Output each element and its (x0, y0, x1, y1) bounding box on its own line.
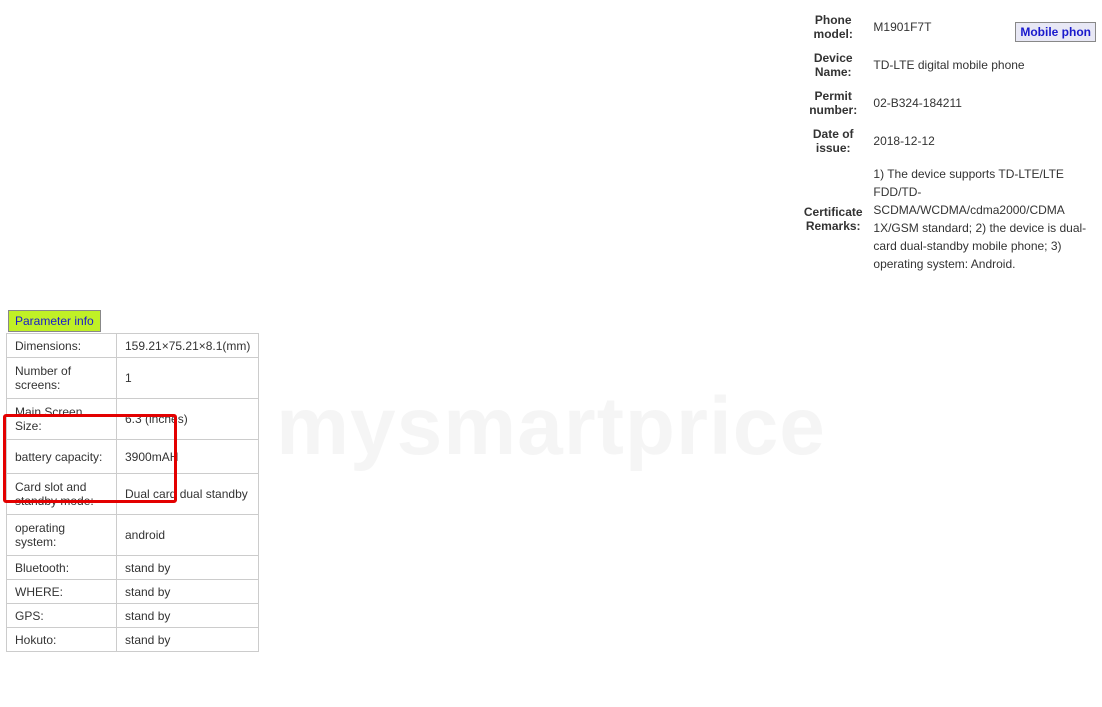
spec-value-card-slot: Dual card dual standby (117, 474, 259, 515)
spec-label-where: WHERE: (7, 580, 117, 604)
table-row: WHERE: stand by (7, 580, 259, 604)
header-label-permit-number: Permit number: (797, 84, 869, 122)
mobile-phone-button[interactable]: Mobile phon (1015, 22, 1096, 42)
spec-value-number-screens: 1 (117, 358, 259, 399)
spec-value-gps: stand by (117, 604, 259, 628)
spec-value-battery: 3900mAH (117, 440, 259, 474)
table-row: Hokuto: stand by (7, 628, 259, 652)
header-label-device-name: Device Name: (797, 46, 869, 84)
header-label-certificate-remarks: Certificate Remarks: (797, 160, 869, 278)
spec-label-card-slot: Card slot and standby mode: (7, 474, 117, 515)
table-row: Dimensions: 159.21×75.21×8.1(mm) (7, 334, 259, 358)
spec-label-dimensions: Dimensions: (7, 334, 117, 358)
spec-value-main-screen: 6.3 (inches) (117, 399, 259, 440)
spec-label-bluetooth: Bluetooth: (7, 556, 117, 580)
spec-label-main-screen: Main Screen Size: (7, 399, 117, 440)
table-row: Number of screens: 1 (7, 358, 259, 399)
specification-table: Dimensions: 159.21×75.21×8.1(mm) Number … (6, 333, 259, 652)
table-row: operating system: android (7, 515, 259, 556)
spec-label-os: operating system: (7, 515, 117, 556)
spec-value-where: stand by (117, 580, 259, 604)
spec-value-os: android (117, 515, 259, 556)
device-header-info: Phone model: M1901F7T Device Name: TD-LT… (797, 8, 1097, 278)
table-row: Main Screen Size: 6.3 (inches) (7, 399, 259, 440)
header-value-device-name: TD-LTE digital mobile phone (869, 46, 1097, 84)
spec-value-bluetooth: stand by (117, 556, 259, 580)
header-value-certificate-remarks: 1) The device supports TD-LTE/LTE FDD/TD… (869, 160, 1097, 278)
table-row: Card slot and standby mode: Dual card du… (7, 474, 259, 515)
header-value-date-of-issue: 2018-12-12 (869, 122, 1097, 160)
parameter-info-badge: Parameter info (8, 310, 101, 332)
table-row: battery capacity: 3900mAH (7, 440, 259, 474)
spec-label-hokuto: Hokuto: (7, 628, 117, 652)
table-row: GPS: stand by (7, 604, 259, 628)
spec-label-battery: battery capacity: (7, 440, 117, 474)
spec-label-number-screens: Number of screens: (7, 358, 117, 399)
header-label-date-of-issue: Date of issue: (797, 122, 869, 160)
watermark-text: mysmartprice (276, 380, 826, 474)
spec-label-gps: GPS: (7, 604, 117, 628)
header-label-phone-model: Phone model: (797, 8, 869, 46)
table-row: Bluetooth: stand by (7, 556, 259, 580)
spec-value-hokuto: stand by (117, 628, 259, 652)
header-value-permit-number: 02-B324-184211 (869, 84, 1097, 122)
spec-value-dimensions: 159.21×75.21×8.1(mm) (117, 334, 259, 358)
